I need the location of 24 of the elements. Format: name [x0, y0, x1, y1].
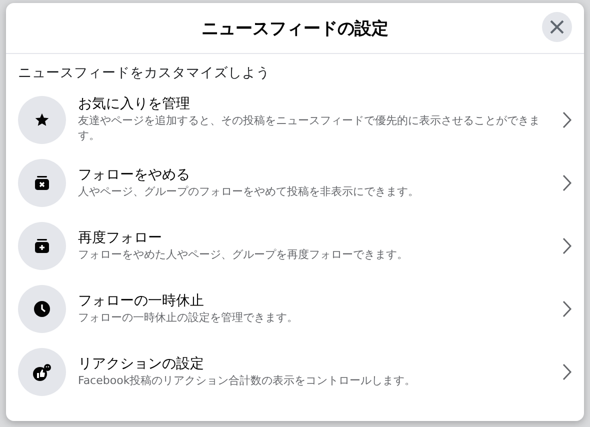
option-description: フォローの一時休止の設定を管理できます。	[78, 310, 299, 326]
box-with-plus-icon	[34, 238, 50, 254]
thumbs-up-icon	[32, 362, 52, 380]
chevron-right-icon	[562, 174, 572, 192]
option-title[interactable]: 再度フォロー	[78, 228, 550, 247]
box-with-x-icon	[34, 174, 50, 190]
option-title[interactable]: リアクションの設定	[78, 354, 550, 373]
chevron-right-icon	[562, 110, 572, 128]
dialog-subtitle: ニュースフィードをカスタマイズしよう	[17, 64, 271, 83]
star-icon	[34, 112, 50, 128]
option-title[interactable]: お気に入りを管理	[78, 95, 550, 114]
option-description: 友達やページを追加すると、その投稿をニュースフィードで優先的に表示させることができます。	[78, 114, 541, 144]
option-description: Facebook投稿のリアクション合計数の表示をコントロールします。	[78, 374, 417, 388]
chevron-right-icon	[562, 236, 572, 254]
option-title[interactable]: フォローの一時休止	[78, 292, 550, 310]
option-description: フォローをやめた人やページ、グループを再度フォローできます。	[78, 248, 409, 262]
chevron-right-icon	[562, 300, 572, 318]
option-description: 人やページ、グループのフォローをやめて投稿を非表示にできます。	[78, 184, 420, 200]
close-button[interactable]	[542, 12, 572, 42]
chevron-right-icon	[562, 362, 572, 380]
close-icon	[549, 19, 565, 35]
option-title[interactable]: フォローをやめる	[78, 166, 550, 184]
clock-icon	[33, 300, 51, 318]
dialog-title: ニュースフィードの設定	[202, 18, 388, 40]
